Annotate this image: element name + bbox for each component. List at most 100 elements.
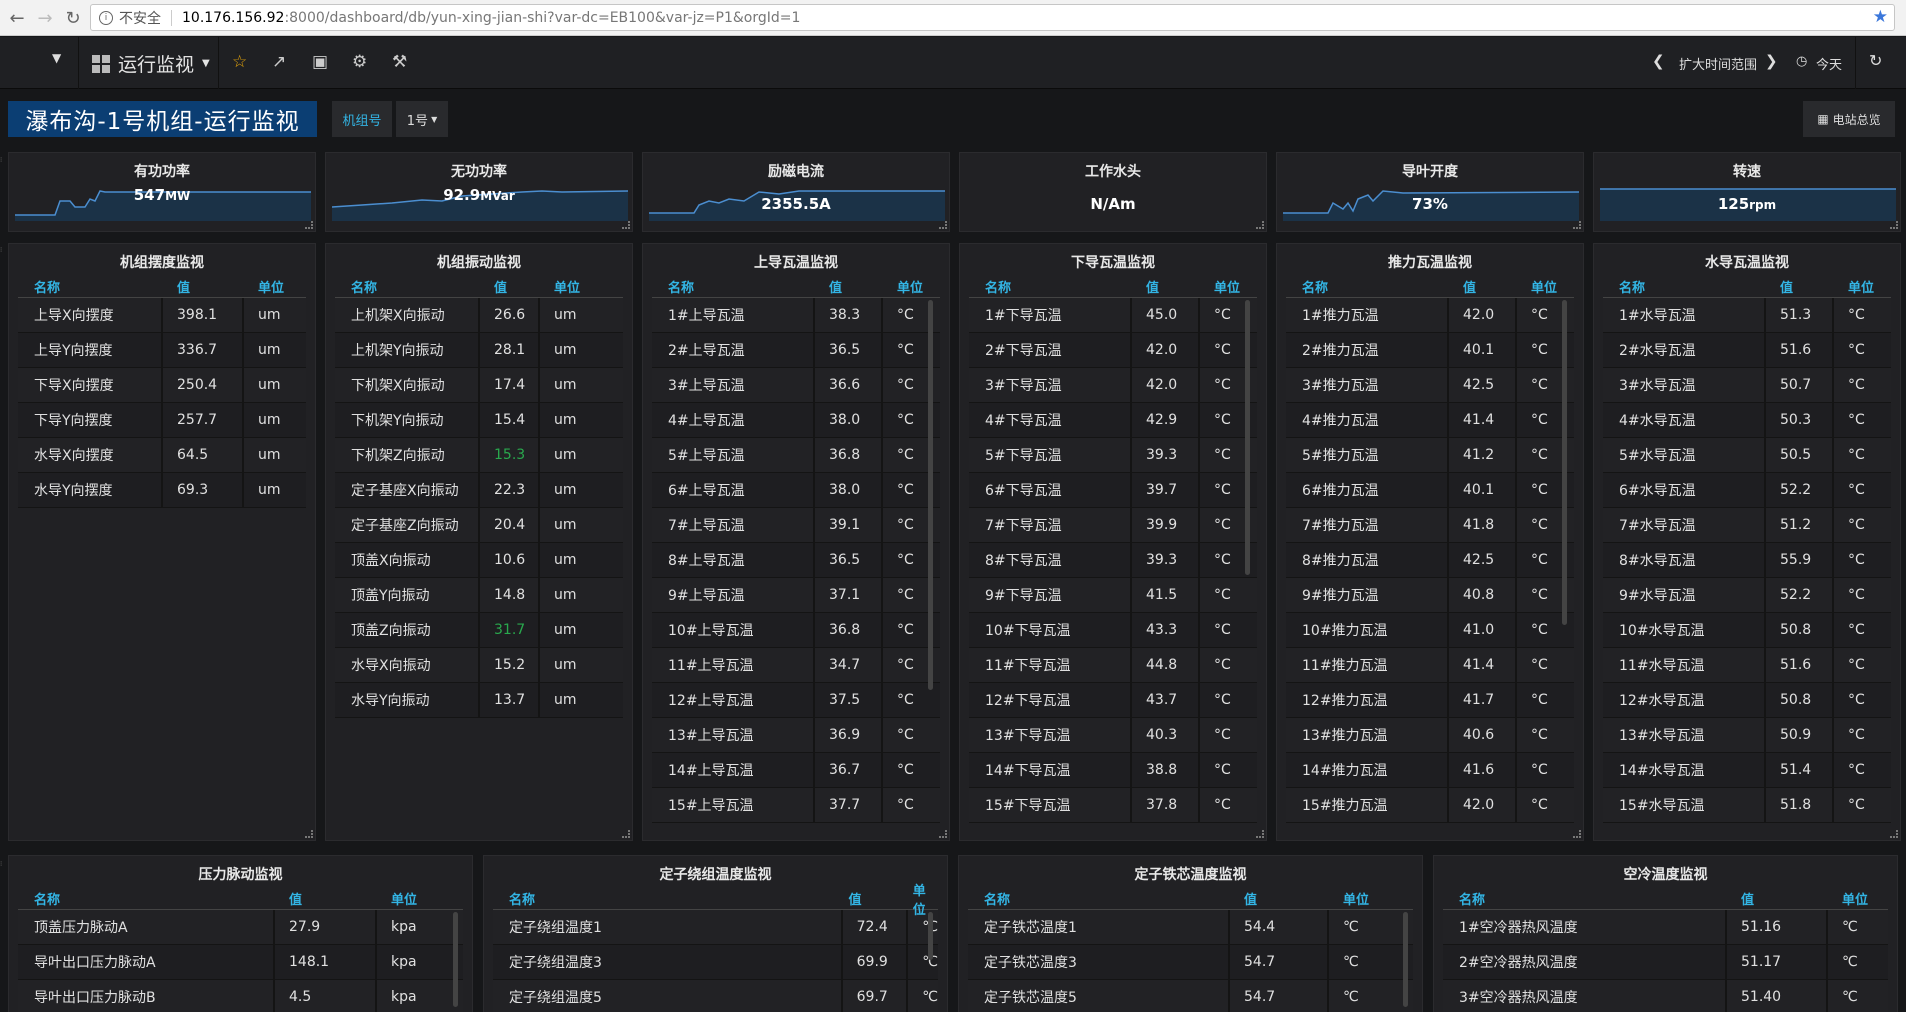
column-header-name[interactable]: 名称	[969, 276, 1132, 297]
column-header-value[interactable]: 值	[1727, 888, 1828, 909]
table-scrollbar[interactable]	[1403, 912, 1408, 1007]
back-icon[interactable]: ←	[2, 3, 32, 33]
refresh-icon[interactable]: ↻	[1869, 51, 1882, 70]
resize-handle-icon[interactable]	[1890, 221, 1898, 229]
chevron-right-icon[interactable]: ❯	[1765, 52, 1778, 70]
row-name: 14#水导瓦温	[1603, 753, 1766, 787]
row-name: 顶盖X向振动	[335, 543, 480, 577]
column-header-value[interactable]: 值	[1132, 276, 1200, 297]
column-header-name[interactable]: 名称	[1443, 888, 1727, 909]
stat-unit: rpm	[1749, 198, 1777, 212]
table-row: 15#水导瓦温 51.8 °C	[1603, 788, 1891, 823]
row-name: 12#上导瓦温	[652, 683, 815, 717]
resize-handle-icon[interactable]	[939, 830, 947, 838]
column-header-unit[interactable]: 单位	[1200, 276, 1240, 297]
row-name: 5#上导瓦温	[652, 438, 815, 472]
row-handle[interactable]: ⁞	[0, 247, 6, 254]
menu-caret-icon[interactable]: ▼	[52, 51, 61, 65]
column-header-unit[interactable]: 单位	[1834, 276, 1874, 297]
row-unit: °C	[1848, 622, 1865, 638]
wrench-icon[interactable]: ⚒	[392, 52, 407, 72]
row-unit: °C	[1214, 342, 1231, 358]
column-header-unit[interactable]: 单位	[1329, 888, 1369, 909]
column-header-name[interactable]: 名称	[652, 276, 815, 297]
resize-handle-icon[interactable]	[1573, 221, 1581, 229]
column-header-unit[interactable]: 单位	[899, 884, 938, 918]
unit-variable-select[interactable]: 1号 ▼	[396, 101, 448, 137]
table-scrollbar[interactable]	[1562, 300, 1567, 625]
column-header-unit[interactable]: 单位	[1828, 888, 1868, 909]
resize-handle-icon[interactable]	[305, 830, 313, 838]
row-unit: °C	[897, 622, 914, 638]
bookmark-star-icon[interactable]: ★	[1873, 7, 1888, 27]
forward-icon[interactable]: →	[30, 3, 60, 33]
column-header-name[interactable]: 名称	[18, 888, 275, 909]
table-row: 顶盖Z向振动 31.7 um	[335, 613, 623, 648]
star-icon[interactable]: ☆	[232, 52, 247, 72]
table-row: 9#下导瓦温 41.5 °C	[969, 578, 1257, 613]
table-row: 15#下导瓦温 37.8 °C	[969, 788, 1257, 823]
column-header-name[interactable]: 名称	[493, 888, 834, 909]
column-header-value[interactable]: 值	[275, 888, 377, 909]
time-picker-button[interactable]: 今天	[1816, 54, 1842, 73]
row-name: 15#上导瓦温	[652, 788, 815, 822]
share-icon[interactable]: ↗	[272, 52, 286, 72]
column-header-unit[interactable]: 单位	[1517, 276, 1557, 297]
table-row: 上导X向摆度 398.1 um	[18, 298, 306, 333]
station-overview-button[interactable]: ▦ 电站总览	[1803, 101, 1895, 137]
column-header-unit[interactable]: 单位	[540, 276, 580, 297]
panel-title: 下导瓦温监视	[1071, 255, 1155, 271]
gear-icon[interactable]: ⚙	[352, 52, 367, 72]
panel-title: 定子绕组温度监视	[659, 867, 772, 883]
chevron-down-icon: ▼	[202, 58, 210, 69]
save-icon[interactable]: ▣	[312, 52, 328, 72]
row-name: 下机架X向振动	[335, 368, 480, 402]
zoom-out-button[interactable]: 扩大时间范围	[1679, 54, 1757, 73]
column-header-value[interactable]: 值	[834, 888, 898, 909]
column-header-unit[interactable]: 单位	[377, 888, 417, 909]
column-header-value[interactable]: 值	[1449, 276, 1517, 297]
resize-handle-icon[interactable]	[1890, 830, 1898, 838]
column-header-name[interactable]: 名称	[335, 276, 480, 297]
resize-handle-icon[interactable]	[305, 221, 313, 229]
row-name: 13#下导瓦温	[969, 718, 1132, 752]
table-scrollbar[interactable]	[928, 300, 933, 690]
resize-handle-icon[interactable]	[1256, 830, 1264, 838]
table-scrollbar[interactable]	[453, 912, 458, 1007]
resize-handle-icon[interactable]	[622, 221, 630, 229]
row-handle[interactable]: ⁞	[0, 861, 6, 868]
row-handle[interactable]: ⁞	[0, 157, 6, 164]
dashboard-picker[interactable]: 运行监视 ▼	[92, 50, 210, 77]
resize-handle-icon[interactable]	[622, 830, 630, 838]
column-header-name[interactable]: 名称	[968, 888, 1230, 909]
resize-handle-icon[interactable]	[939, 221, 947, 229]
row-unit: °C	[1848, 447, 1865, 463]
top-navbar: ▼ 运行监视 ▼ ☆ ↗ ▣ ⚙ ⚒ ❮ 扩大时间范围 ❯ ◷ 今天 ↻	[0, 37, 1906, 89]
table-scrollbar[interactable]	[928, 912, 933, 960]
table-row: 4#水导瓦温 50.3 °C	[1603, 403, 1891, 438]
table-scrollbar[interactable]	[1245, 300, 1250, 575]
chevron-left-icon[interactable]: ❮	[1652, 52, 1665, 70]
address-bar[interactable]: i 不安全 10.176.156.92 :8000/dashboard/db/y…	[90, 4, 1895, 31]
column-header-value[interactable]: 值	[815, 276, 883, 297]
row-name: 5#下导瓦温	[969, 438, 1132, 472]
column-header-name[interactable]: 名称	[1603, 276, 1766, 297]
table-panel: 上导瓦温监视 名称值单位 1#上导瓦温 38.3 °C 2#上导瓦温 36.5 °C 3#上导瓦…	[642, 243, 950, 841]
reload-icon[interactable]: ↻	[58, 3, 88, 33]
column-header-value[interactable]: 值	[1766, 276, 1834, 297]
table-row: 定子基座X向振动 22.3 um	[335, 473, 623, 508]
column-header-unit[interactable]: 单位	[244, 276, 284, 297]
column-header-name[interactable]: 名称	[18, 276, 163, 297]
column-header-name[interactable]: 名称	[1286, 276, 1449, 297]
row-unit: um	[554, 517, 577, 533]
panel-title: 压力脉动监视	[198, 867, 283, 883]
column-header-value[interactable]: 值	[480, 276, 540, 297]
column-header-value[interactable]: 值	[163, 276, 244, 297]
row-name: 下机架Y向振动	[335, 403, 480, 437]
resize-handle-icon[interactable]	[1573, 830, 1581, 838]
column-header-value[interactable]: 值	[1230, 888, 1329, 909]
table-row: 8#水导瓦温 55.9 °C	[1603, 543, 1891, 578]
resize-handle-icon[interactable]	[1256, 221, 1264, 229]
info-icon[interactable]: i	[99, 10, 113, 25]
column-header-unit[interactable]: 单位	[883, 276, 923, 297]
